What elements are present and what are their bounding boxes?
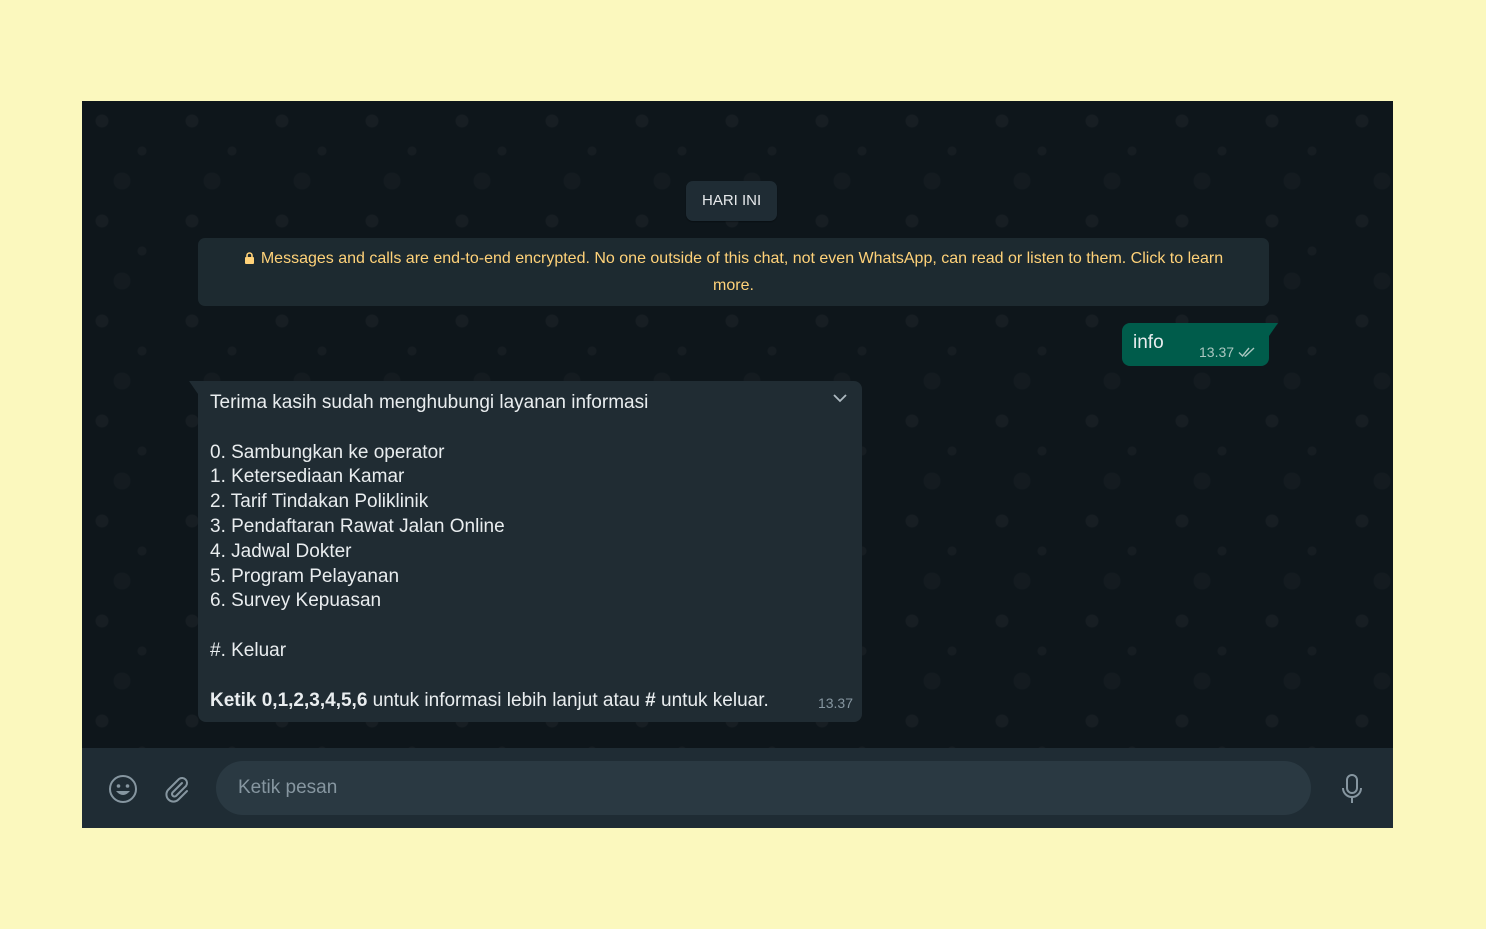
composer-bar [82, 748, 1393, 828]
bubble-tail [1269, 323, 1278, 336]
menu-option-2: 2. Tarif Tindakan Poliklinik [210, 491, 429, 513]
menu-option-6: 6. Survey Kepuasan [210, 590, 382, 612]
exit-option: #. Keluar [210, 639, 287, 661]
outgoing-message-time: 13.37 [1199, 344, 1235, 360]
date-chip: HARI INI [686, 181, 778, 221]
outgoing-message-text: info [1133, 332, 1164, 353]
voice-button[interactable] [1336, 773, 1368, 805]
attach-button[interactable] [161, 773, 193, 805]
lock-icon [244, 252, 254, 264]
chat-area[interactable]: HARI INI Messages and calls are end-to-e… [82, 101, 1393, 748]
whatsapp-window: HARI INI Messages and calls are end-to-e… [82, 101, 1393, 828]
outgoing-message[interactable]: info 13.37 [1122, 323, 1278, 366]
double-check-icon [1238, 347, 1255, 358]
instruction-end: untuk keluar. [655, 689, 769, 711]
chevron-down-icon[interactable] [832, 393, 848, 403]
menu-option-5: 5. Program Pelayanan [210, 565, 400, 587]
instruction-bold-2: # [645, 689, 656, 711]
instruction-mid: untuk informasi lebih lanjut atau [367, 689, 646, 711]
instruction-line: Ketik 0,1,2,3,4,5,6 untuk informasi lebi… [210, 689, 850, 714]
incoming-message-time: 13.37 [817, 695, 853, 712]
encryption-notice-text: Messages and calls are end-to-end encryp… [260, 250, 1224, 294]
emoji-button[interactable] [107, 773, 139, 805]
message-input[interactable] [216, 761, 1311, 815]
menu-option-4: 4. Jadwal Dokter [210, 540, 352, 562]
instruction-bold-1: Ketik 0,1,2,3,4,5,6 [210, 689, 368, 711]
greeting-text: Terima kasih sudah menghubungi layanan i… [210, 392, 649, 413]
bubble-tail [189, 381, 198, 394]
menu-option-3: 3. Pendaftaran Rawat Jalan Online [210, 515, 505, 537]
outgoing-message-meta: 13.37 [1199, 344, 1256, 360]
encryption-notice[interactable]: Messages and calls are end-to-end encryp… [198, 238, 1269, 306]
menu-option-0: 0. Sambungkan ke operator [210, 441, 445, 463]
microphone-icon [1342, 774, 1362, 803]
smiley-icon [109, 775, 137, 803]
menu-option-1: 1. Ketersediaan Kamar [210, 466, 405, 488]
incoming-message[interactable]: Terima kasih sudah menghubungi layanan i… [189, 381, 862, 722]
paperclip-icon [165, 777, 188, 803]
